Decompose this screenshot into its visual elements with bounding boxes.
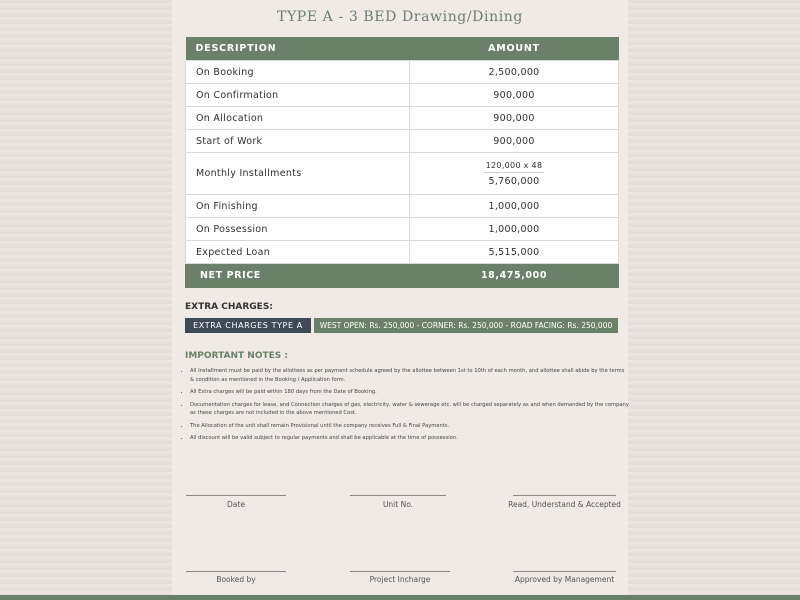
important-notes-heading: IMPORTANT NOTES : bbox=[185, 351, 288, 361]
signature-line-unit-no bbox=[350, 495, 446, 496]
table-row: On Booking 2,500,000 bbox=[185, 60, 619, 84]
row-amount: 1,000,000 bbox=[409, 194, 619, 218]
note-item: The Allocation of the unit shall remain … bbox=[190, 422, 630, 431]
row-description: Monthly Installments bbox=[185, 152, 410, 195]
row-amount: 5,760,000 bbox=[488, 176, 540, 187]
net-price-amount: 18,475,000 bbox=[409, 263, 619, 288]
note-item: Documentation charges for lease, and Con… bbox=[190, 401, 630, 418]
signature-label-management: Approved by Management bbox=[514, 575, 615, 584]
header-description: DESCRIPTION bbox=[185, 37, 410, 61]
table-row: On Finishing 1,000,000 bbox=[185, 194, 619, 218]
background-left bbox=[0, 0, 172, 600]
payment-plan-table: DESCRIPTION AMOUNT On Booking 2,500,000 … bbox=[185, 37, 619, 288]
row-amount: 5,515,000 bbox=[409, 240, 619, 264]
signature-label-unit-no: Unit No. bbox=[382, 500, 414, 509]
extra-charges-details: WEST OPEN: Rs. 250,000 - CORNER: Rs. 250… bbox=[314, 318, 618, 333]
table-row: On Possession 1,000,000 bbox=[185, 217, 619, 241]
row-description: On Allocation bbox=[185, 106, 410, 130]
row-description: On Booking bbox=[185, 60, 410, 84]
row-amount: 900,000 bbox=[409, 83, 619, 107]
note-item: All discount will be valid subject to re… bbox=[190, 434, 630, 443]
net-price-row: NET PRICE 18,475,000 bbox=[185, 263, 619, 288]
important-notes-list: All Installment must be paid by the allo… bbox=[180, 367, 630, 447]
bottom-accent-bar bbox=[0, 595, 800, 600]
signature-line-management bbox=[513, 571, 616, 572]
signature-line-accepted bbox=[513, 495, 616, 496]
extra-charges-type-label: EXTRA CHARGES TYPE A bbox=[185, 318, 311, 333]
row-amount: 1,000,000 bbox=[409, 217, 619, 241]
row-amount: 2,500,000 bbox=[409, 60, 619, 84]
table-row: Expected Loan 5,515,000 bbox=[185, 240, 619, 264]
row-description: On Confirmation bbox=[185, 83, 410, 107]
signature-label-accepted: Read, Understand & Accepted bbox=[508, 500, 621, 509]
signature-label-date: Date bbox=[227, 500, 245, 509]
note-item: All Installment must be paid by the allo… bbox=[190, 367, 630, 384]
signature-line-date bbox=[186, 495, 286, 496]
net-price-label: NET PRICE bbox=[185, 263, 410, 288]
extra-charges-heading: EXTRA CHARGES: bbox=[185, 302, 273, 312]
installment-calculation: 120,000 x 48 bbox=[483, 161, 545, 173]
table-row: On Confirmation 900,000 bbox=[185, 83, 619, 107]
table-header-row: DESCRIPTION AMOUNT bbox=[185, 37, 619, 61]
signature-line-project-incharge bbox=[350, 571, 450, 572]
row-description: On Possession bbox=[185, 217, 410, 241]
row-amount-cell: 120,000 x 48 5,760,000 bbox=[409, 152, 619, 195]
row-description: Expected Loan bbox=[185, 240, 410, 264]
row-description: Start of Work bbox=[185, 129, 410, 153]
background-right bbox=[628, 0, 800, 600]
header-amount: AMOUNT bbox=[409, 37, 619, 61]
signature-line-booked-by bbox=[186, 571, 286, 572]
note-item: All Extra charges will be paid within 18… bbox=[190, 388, 630, 397]
row-amount: 900,000 bbox=[409, 129, 619, 153]
page-title: TYPE A - 3 BED Drawing/Dining bbox=[277, 9, 523, 25]
signature-label-project-incharge: Project Incharge bbox=[369, 575, 431, 584]
table-row: Start of Work 900,000 bbox=[185, 129, 619, 153]
row-amount: 900,000 bbox=[409, 106, 619, 130]
table-row: Monthly Installments 120,000 x 48 5,760,… bbox=[185, 152, 619, 195]
signature-label-booked-by: Booked by bbox=[216, 575, 256, 584]
row-description: On Finishing bbox=[185, 194, 410, 218]
table-row: On Allocation 900,000 bbox=[185, 106, 619, 130]
